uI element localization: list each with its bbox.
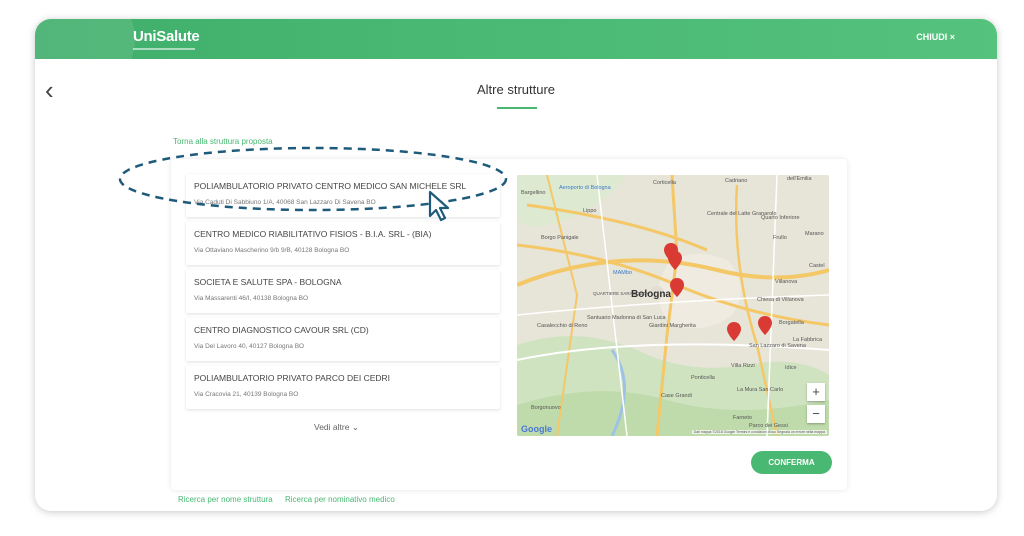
- map-label: Borgonuovo: [531, 405, 561, 411]
- map-attribution[interactable]: Dati mappa ©2018 Google Termini e condiz…: [691, 430, 827, 434]
- map-label: Aeroporto di Bologna: [559, 185, 611, 191]
- map-label: San Lazzaro di Savena: [749, 343, 806, 349]
- map-label: Marano: [805, 231, 824, 237]
- map-label: dell'Emilia: [787, 176, 812, 182]
- header-bar: UniSalute CHIUDI ×: [35, 19, 997, 99]
- structure-item[interactable]: SOCIETA E SALUTE SPA - BOLOGNA Via Massa…: [186, 270, 500, 313]
- map-label: Borgatella: [779, 320, 804, 326]
- search-by-doctor-link[interactable]: Ricerca per nominativo medico: [285, 495, 395, 504]
- structure-address: Via Cracovia 21, 40139 Bologna BO: [194, 391, 299, 398]
- map-label: MAMbo: [613, 270, 632, 276]
- close-button[interactable]: CHIUDI ×: [916, 32, 955, 42]
- search-by-name-link[interactable]: Ricerca per nome struttura: [178, 495, 273, 504]
- map-label: Quarto Inferiore: [761, 215, 800, 221]
- structure-item[interactable]: CENTRO DIAGNOSTICO CAVOUR SRL (CD) Via D…: [186, 318, 500, 361]
- map-label: Frullo: [773, 235, 787, 241]
- structure-item[interactable]: CENTRO MEDICO RIABILITATIVO FISIOS - B.I…: [186, 222, 500, 265]
- structure-item[interactable]: POLIAMBULATORIO PRIVATO PARCO DEI CEDRI …: [186, 366, 500, 409]
- logo-tagline: [133, 48, 195, 50]
- map-label: Villa Rizzi: [731, 363, 755, 369]
- map-label: Bargellino: [521, 190, 546, 196]
- unisalute-logo: UniSalute: [133, 28, 200, 45]
- title-underline: [497, 107, 537, 109]
- modal-window: UniSalute CHIUDI × ‹ Altre strutture Tor…: [35, 19, 997, 511]
- see-more-label: Vedi altre: [314, 422, 350, 432]
- map-label: Chiesa di Villanova: [757, 297, 804, 303]
- map-label: Corticella: [653, 180, 676, 186]
- map-label: Farneto: [733, 415, 752, 421]
- map-label: Idice: [785, 365, 797, 371]
- google-logo: Google: [521, 424, 552, 434]
- map-label: Villanova: [775, 279, 798, 285]
- structure-name: CENTRO MEDICO RIABILITATIVO FISIOS - B.I…: [194, 229, 432, 239]
- see-more-button[interactable]: Vedi altre ⌄: [314, 422, 359, 433]
- map-label: Ponticella: [691, 375, 715, 381]
- structure-name: POLIAMBULATORIO PRIVATO PARCO DEI CEDRI: [194, 373, 391, 383]
- map-view[interactable]: Bargellino Aeroporto di Bologna Lippo Co…: [517, 175, 829, 436]
- map-label: Castel: [809, 263, 825, 269]
- structure-name: CENTRO DIAGNOSTICO CAVOUR SRL (CD): [194, 325, 369, 335]
- structure-address: Via Massarenti 46/I, 40138 Bologna BO: [194, 295, 309, 302]
- map-label: Cadriano: [725, 178, 748, 184]
- confirm-button[interactable]: CONFERMA: [751, 451, 832, 474]
- map-label: Case Grandi: [661, 393, 692, 399]
- map-label: Casalecchio di Reno: [537, 323, 588, 329]
- map-label: Lippo: [583, 208, 597, 214]
- map-label: Borgo Panigale: [541, 235, 579, 241]
- map-label: La Mura San Carlo: [737, 387, 784, 393]
- structure-address: Via Ottaviano Mascherino 9/b 9/B, 40128 …: [194, 247, 350, 254]
- structure-address: Via Del Lavoro 40, 40127 Bologna BO: [194, 343, 305, 350]
- structure-name: SOCIETA E SALUTE SPA - BOLOGNA: [194, 277, 342, 287]
- map-label: QUARTIERE SARAGOZZA: [593, 291, 649, 296]
- zoom-out-button[interactable]: −: [807, 405, 825, 423]
- map-label: Parco dei Gessi: [749, 423, 788, 429]
- cursor-icon: [428, 190, 450, 222]
- map-label: Santuario Madonna di San Luca: [587, 315, 666, 321]
- zoom-in-button[interactable]: +: [807, 383, 825, 401]
- chevron-down-icon: ⌄: [351, 422, 359, 432]
- page-title: Altre strutture: [476, 82, 556, 97]
- footer-links: Ricerca per nome struttura Ricerca per n…: [178, 495, 405, 504]
- map-label: Giardini Margherita: [649, 323, 696, 329]
